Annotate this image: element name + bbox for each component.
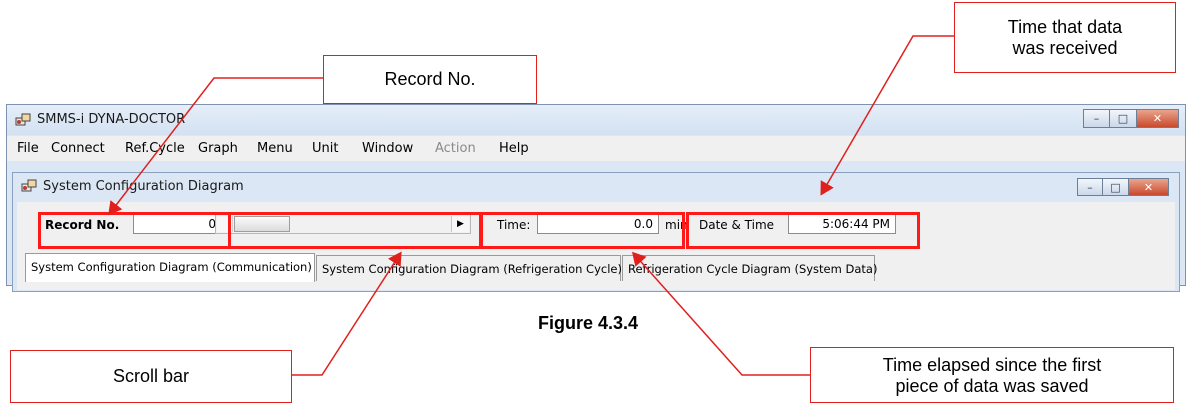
arrow-date-time xyxy=(820,35,954,196)
arrow-record-no xyxy=(108,77,323,216)
arrow-scroll-bar xyxy=(292,251,402,376)
callout-arrows xyxy=(108,35,954,376)
arrow-elapsed-time xyxy=(632,251,810,376)
